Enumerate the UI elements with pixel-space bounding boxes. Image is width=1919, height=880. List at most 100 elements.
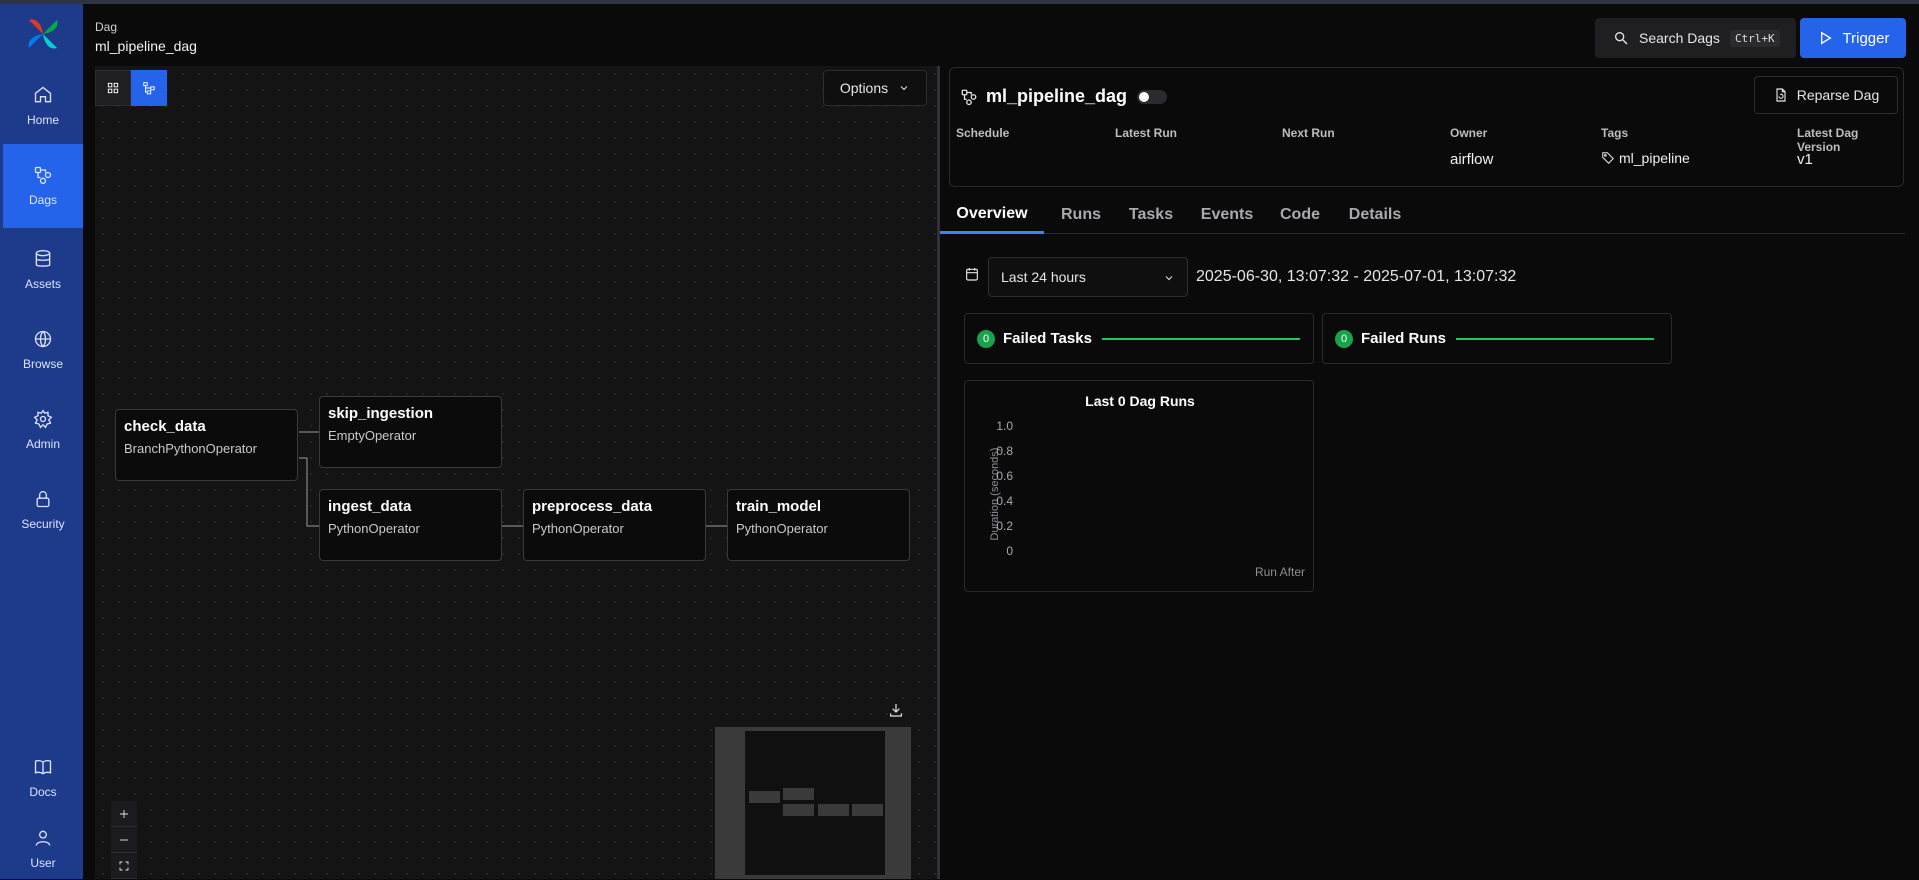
sidebar-item-label: Browse	[22, 357, 63, 371]
chevron-down-icon	[900, 86, 908, 91]
latest-version-value: v1	[1797, 151, 1813, 168]
fit-view-button[interactable]	[111, 853, 137, 879]
dag-details-panel: ml_pipeline_dag Reparse Dag Schedule Lat…	[940, 66, 1919, 879]
schedule-label: Schedule	[956, 126, 1010, 140]
failed-tasks-label: Failed Tasks	[1003, 330, 1092, 347]
task-operator: EmptyOperator	[328, 428, 417, 443]
search-shortcut: Ctrl+K	[1729, 29, 1780, 47]
failed-runs-label: Failed Runs	[1361, 330, 1447, 347]
header: Dag ml_pipeline_dag Search Dags Ctrl+K T…	[83, 4, 1919, 66]
task-node-check-data[interactable]: check_data BranchPythonOperator	[115, 409, 298, 481]
sidebar-item-browse[interactable]: Browse	[3, 310, 83, 390]
zoom-in-button[interactable]	[111, 801, 137, 827]
plus-icon	[120, 809, 128, 818]
y-tick-label: 0.2	[996, 519, 1013, 533]
sidebar-item-security[interactable]: Security	[3, 470, 83, 550]
dag-tabs: Overview Runs Tasks Events Code Details	[940, 196, 1905, 234]
task-node-train-model[interactable]: train_model PythonOperator	[727, 489, 910, 561]
tab-code[interactable]: Code	[1272, 196, 1328, 234]
sidebar-item-admin[interactable]: Admin	[3, 390, 83, 470]
tab-details[interactable]: Details	[1340, 196, 1410, 234]
play-icon	[1820, 31, 1832, 45]
dags-icon	[34, 166, 52, 184]
task-name: train_model	[736, 498, 822, 515]
toggle-knob	[1139, 91, 1150, 102]
tab-tasks[interactable]: Tasks	[1120, 196, 1182, 234]
tab-events[interactable]: Events	[1194, 196, 1260, 234]
sidebar-item-assets[interactable]: Assets	[3, 230, 83, 310]
failed-tasks-card[interactable]: 0 Failed Tasks	[964, 313, 1314, 364]
sidebar-item-label: User	[30, 856, 56, 870]
options-label: Options	[839, 80, 889, 96]
user-icon	[35, 830, 51, 846]
dag-pause-toggle[interactable]	[1137, 89, 1168, 104]
tab-overview[interactable]: Overview	[940, 196, 1044, 234]
minimap-node	[852, 804, 883, 816]
graph-icon	[143, 82, 155, 95]
sidebar-item-user[interactable]: User	[3, 818, 83, 880]
lock-icon	[36, 491, 50, 508]
time-range-value: Last 24 hours	[1001, 269, 1086, 285]
task-operator: BranchPythonOperator	[124, 441, 257, 456]
reparse-dag-button[interactable]: Reparse Dag	[1754, 76, 1898, 114]
sidebar-item-home[interactable]: Home	[3, 66, 83, 146]
task-node-preprocess-data[interactable]: preprocess_data PythonOperator	[523, 489, 706, 561]
y-tick-label: 1.0	[996, 419, 1013, 433]
options-button[interactable]: Options	[823, 70, 927, 106]
dag-title-text: ml_pipeline_dag	[986, 86, 1128, 106]
y-tick-label: 0	[1006, 544, 1013, 558]
breadcrumb-dag-name[interactable]: ml_pipeline_dag	[95, 38, 197, 54]
zoom-out-button[interactable]	[111, 827, 137, 853]
trigger-button[interactable]: Trigger	[1800, 18, 1906, 58]
dag-title: ml_pipeline_dag	[960, 86, 1168, 107]
task-node-skip-ingestion[interactable]: skip_ingestion EmptyOperator	[319, 396, 502, 468]
task-name: ingest_data	[328, 498, 412, 515]
failed-runs-count: 0	[1335, 329, 1353, 348]
tags-label: Tags	[1601, 126, 1629, 140]
chart-x-axis-label: Run After	[1254, 565, 1305, 579]
book-icon	[34, 759, 52, 775]
fit-view-icon	[119, 861, 129, 870]
time-range-select[interactable]: Last 24 hours	[988, 257, 1188, 297]
sidebar-item-label: Dags	[28, 193, 57, 207]
task-operator: PythonOperator	[736, 521, 828, 536]
search-label: Search Dags	[1639, 30, 1720, 46]
task-name: check_data	[124, 418, 206, 435]
airflow-logo[interactable]	[25, 16, 61, 52]
failed-runs-sparkline	[1456, 337, 1655, 340]
y-tick-label: 0.6	[996, 469, 1013, 483]
file-refresh-icon	[1776, 88, 1786, 102]
failed-runs-card[interactable]: 0 Failed Runs	[1322, 313, 1672, 364]
tag-item[interactable]: ml_pipeline	[1601, 150, 1690, 166]
tab-runs[interactable]: Runs	[1052, 196, 1110, 234]
time-range-text: 2025-06-30, 13:07:32 - 2025-07-01, 13:07…	[1196, 268, 1517, 285]
dags-icon	[961, 89, 977, 105]
trigger-label: Trigger	[1842, 29, 1890, 47]
minimap-node	[818, 804, 849, 816]
grid-view-button[interactable]	[95, 70, 131, 106]
breadcrumb-label: Dag	[95, 20, 118, 34]
failed-tasks-count: 0	[977, 329, 995, 348]
download-icon[interactable]	[888, 702, 906, 720]
graph-view-button[interactable]	[131, 70, 167, 106]
next-run-label: Next Run	[1282, 126, 1335, 140]
tag-icon	[1602, 152, 1614, 164]
y-tick-label: 0.4	[996, 494, 1013, 508]
sidebar-item-label: Docs	[29, 785, 57, 799]
minimap-viewport[interactable]	[745, 731, 885, 875]
sidebar-item-dags[interactable]: Dags	[3, 144, 83, 228]
chevron-down-icon	[1165, 276, 1173, 281]
chart-title: Last 0 Dag Runs	[1085, 393, 1195, 409]
sidebar-item-label: Assets	[24, 277, 61, 291]
search-dags-button[interactable]: Search Dags Ctrl+K	[1595, 18, 1796, 58]
owner-value[interactable]: airflow	[1450, 151, 1493, 168]
zoom-controls	[111, 801, 137, 879]
sidebar-item-docs[interactable]: Docs	[3, 738, 83, 818]
task-node-ingest-data[interactable]: ingest_data PythonOperator	[319, 489, 502, 561]
latest-run-label: Latest Run	[1115, 126, 1178, 140]
sidebar: Home Dags Assets Browse Admin Security D…	[0, 4, 83, 879]
tag-label: ml_pipeline	[1619, 150, 1690, 166]
dag-graph-canvas[interactable]: Options check_data BranchPythonOperator …	[95, 66, 937, 879]
minus-icon	[120, 839, 128, 840]
graph-minimap[interactable]	[715, 727, 911, 879]
